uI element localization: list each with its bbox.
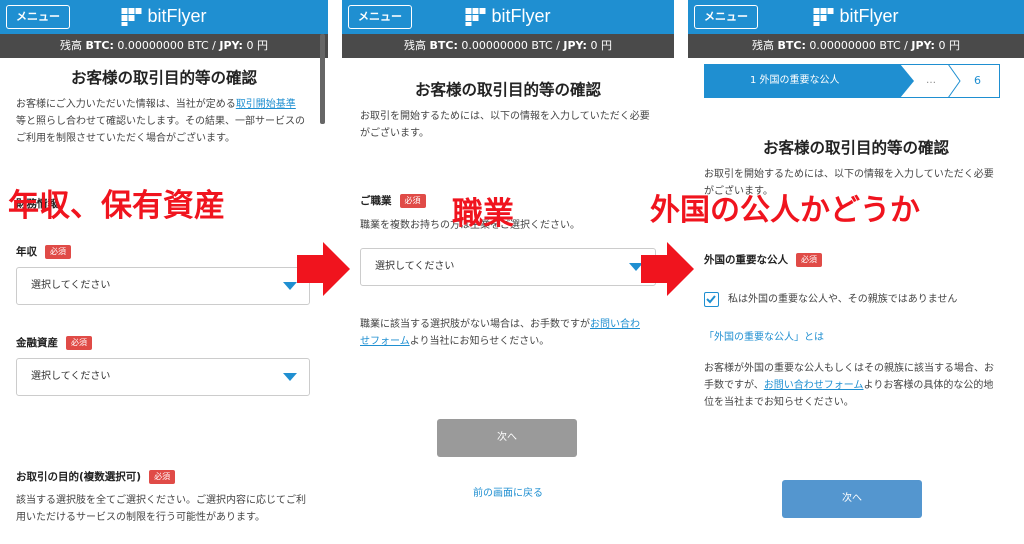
contact-form-link[interactable]: お問い合わ bbox=[590, 319, 640, 330]
annotation-income-assets: 年収、保有資産 bbox=[8, 188, 225, 224]
purpose-label: お取引の目的(複数選択可) 必須 bbox=[16, 469, 176, 484]
assets-label: 金融資産 必須 bbox=[16, 335, 92, 350]
pep-note: お客様が外国の重要な公人もしくはその親族に該当する場合、お 手数ですが、お問い合… bbox=[704, 363, 994, 408]
menu-button[interactable]: メニュー bbox=[348, 5, 412, 29]
menu-button[interactable]: メニュー bbox=[6, 5, 70, 29]
occupation-select[interactable]: 選択してください bbox=[360, 248, 656, 286]
logo[interactable]: bitFlyer bbox=[465, 6, 551, 27]
required-badge: 必須 bbox=[796, 252, 822, 267]
step-last: 6 bbox=[974, 74, 981, 87]
intro-text: お客様にご入力いただいた情報は、当社が定める取引開始基準 等と照らし合わせて確認… bbox=[16, 99, 305, 144]
logo-text: bitFlyer bbox=[839, 6, 899, 26]
screen-income-assets: メニュー bitFlyer 残高 BTC: 0.00000000 BTC / J… bbox=[0, 0, 328, 544]
required-badge: 必須 bbox=[45, 244, 71, 259]
pep-definition-link[interactable]: 「外国の重要な公人」とは bbox=[704, 329, 824, 346]
logo-text: bitFlyer bbox=[147, 6, 207, 26]
top-bar: メニュー bitFlyer bbox=[688, 0, 1024, 34]
assets-select[interactable]: 選択してください bbox=[16, 358, 310, 396]
pep-checkbox-row[interactable]: 私は外国の重要な公人や、その親族ではありません bbox=[704, 291, 957, 308]
page-title: お客様の取引目的等の確認 bbox=[414, 81, 601, 99]
checkbox-label: 私は外国の重要な公人や、その親族ではありません bbox=[728, 294, 958, 305]
bitflyer-logo-icon bbox=[813, 7, 834, 26]
required-badge: 必須 bbox=[399, 193, 426, 208]
step-current: 1 外国の重要な公人 bbox=[704, 64, 900, 98]
step-progress: 1 外国の重要な公人 … 6 bbox=[704, 64, 1000, 98]
bitflyer-logo-icon bbox=[121, 7, 142, 26]
annotation-foreign-pep: 外国の公人かどうか bbox=[650, 193, 920, 228]
occupation-label: ご職業 必須 bbox=[360, 193, 426, 208]
menu-button[interactable]: メニュー bbox=[694, 5, 758, 29]
pep-label: 外国の重要な公人 必須 bbox=[704, 252, 822, 267]
bitflyer-logo-icon bbox=[465, 7, 486, 26]
logo[interactable]: bitFlyer bbox=[121, 6, 207, 27]
arrow-right-icon bbox=[297, 242, 350, 296]
caret-down-icon bbox=[283, 282, 297, 290]
step-chevrons bbox=[900, 64, 1000, 98]
checkbox-checked-icon[interactable] bbox=[704, 292, 719, 307]
trading-criteria-link[interactable]: 取引開始基準 bbox=[236, 99, 296, 110]
required-badge: 必須 bbox=[66, 335, 92, 350]
annotation-occupation: 職業 bbox=[452, 196, 514, 232]
screen-foreign-pep: メニュー bitFlyer 残高 BTC: 0.00000000 BTC / J… bbox=[688, 0, 1024, 544]
purpose-description: 該当する選択肢を全てご選択ください。ご選択内容に応じてご利 用いただけるサービスの… bbox=[16, 495, 306, 523]
balance-bar: 残高 BTC: 0.00000000 BTC / JPY: 0 円 bbox=[688, 34, 1024, 58]
occupation-note: 職業に該当する選択肢がない場合は、お手数ですがお問い合わ せフォームより当社にお… bbox=[360, 319, 640, 347]
back-link[interactable]: 前の画面に戻る bbox=[342, 485, 674, 502]
next-button[interactable]: 次へ bbox=[782, 480, 922, 518]
required-badge: 必須 bbox=[149, 469, 176, 484]
logo-text: bitFlyer bbox=[491, 6, 551, 26]
page-title: お客様の取引目的等の確認 bbox=[762, 139, 949, 157]
caret-down-icon bbox=[283, 373, 297, 381]
step-dots: … bbox=[926, 75, 936, 86]
contact-form-link[interactable]: お問い合わせフォーム bbox=[764, 380, 864, 391]
intro-text: お取引を開始するためには、以下の情報を入力していただく必要 がございます。 bbox=[360, 111, 650, 139]
screen-occupation: メニュー bitFlyer 残高 BTC: 0.00000000 BTC / J… bbox=[342, 0, 674, 544]
top-bar: メニュー bitFlyer bbox=[342, 0, 674, 34]
balance-bar: 残高 BTC: 0.00000000 BTC / JPY: 0 円 bbox=[0, 34, 328, 58]
page-title: お客様の取引目的等の確認 bbox=[70, 69, 257, 87]
next-button-disabled[interactable]: 次へ bbox=[437, 419, 577, 457]
income-label: 年収 必須 bbox=[16, 244, 71, 259]
balance-bar: 残高 BTC: 0.00000000 BTC / JPY: 0 円 bbox=[342, 34, 674, 58]
contact-form-link[interactable]: せフォーム bbox=[360, 336, 410, 347]
logo[interactable]: bitFlyer bbox=[813, 6, 899, 27]
top-bar: メニュー bitFlyer bbox=[0, 0, 328, 34]
arrow-right-icon bbox=[641, 242, 694, 296]
income-select[interactable]: 選択してください bbox=[16, 267, 310, 305]
